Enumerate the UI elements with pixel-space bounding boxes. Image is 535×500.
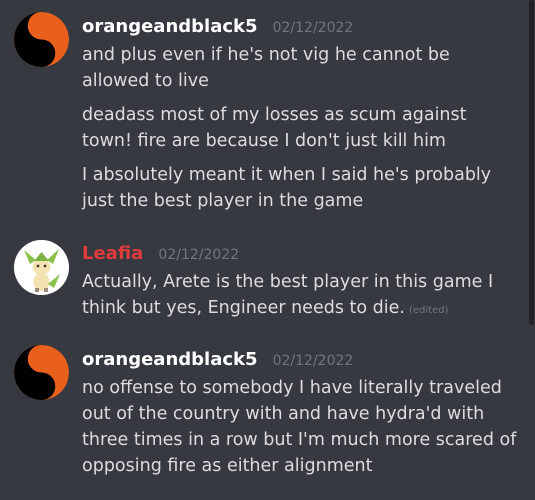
message-header: Leafia 02/12/2022 xyxy=(82,243,239,264)
username[interactable]: orangeandblack5 xyxy=(82,16,258,37)
yin-yang-avatar-icon[interactable] xyxy=(14,345,69,400)
message-text: and plus even if he's not vig he cannot … xyxy=(82,45,450,91)
message-text: I absolutely meant it when I said he's p… xyxy=(82,165,492,211)
message-text: Actually, Arete is the best player in th… xyxy=(82,269,522,324)
leafeon-avatar-icon[interactable] xyxy=(14,240,69,295)
timestamp[interactable]: 02/12/2022 xyxy=(273,20,354,36)
message-text: no offense to somebody I have literally … xyxy=(82,378,517,476)
timestamp[interactable]: 02/12/2022 xyxy=(273,353,354,369)
username[interactable]: orangeandblack5 xyxy=(82,349,258,370)
scrollbar[interactable] xyxy=(529,0,534,325)
message-header: orangeandblack5 02/12/2022 xyxy=(82,349,353,370)
username[interactable]: Leafia xyxy=(82,243,143,264)
timestamp[interactable]: 02/12/2022 xyxy=(158,247,239,263)
message-text: deadass most of my losses as scum agains… xyxy=(82,105,467,151)
message-header: orangeandblack5 02/12/2022 xyxy=(82,16,353,37)
yin-yang-avatar-icon[interactable] xyxy=(14,12,69,67)
edited-label: (edited) xyxy=(408,305,449,316)
